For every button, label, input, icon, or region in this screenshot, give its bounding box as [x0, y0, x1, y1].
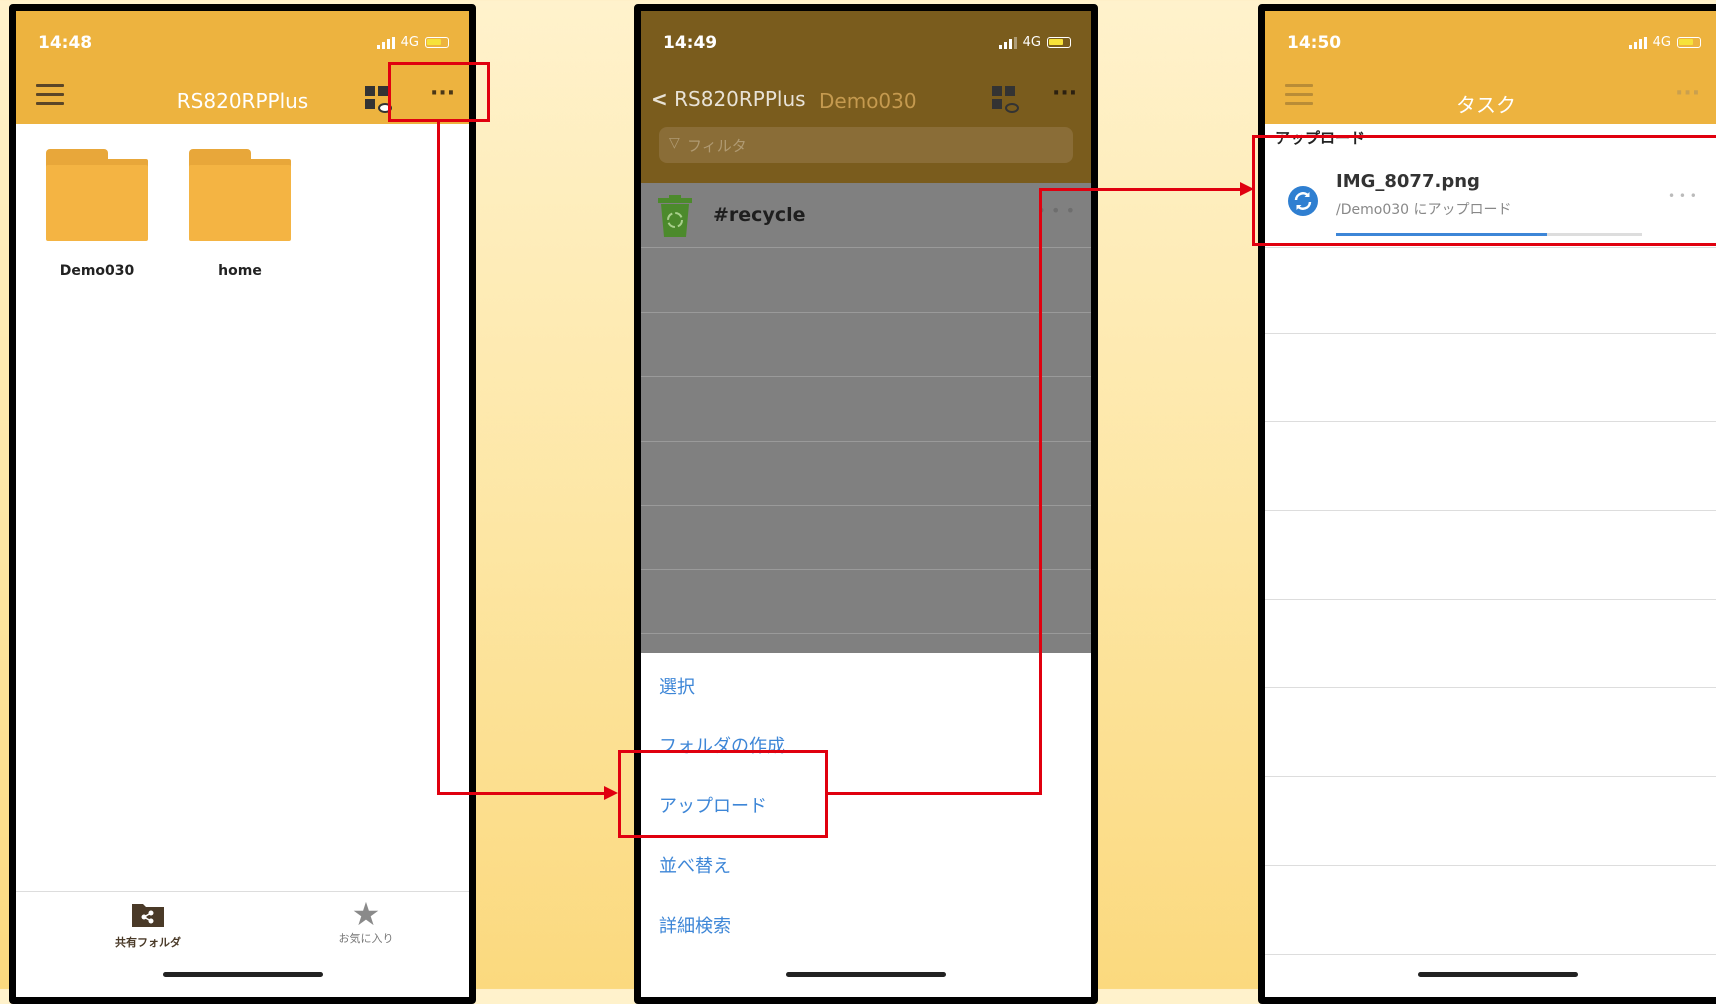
arrow-line	[1039, 188, 1243, 191]
status-time: 14:49	[663, 33, 718, 53]
more-icon[interactable]: ···	[1052, 81, 1077, 106]
network-label: 4G	[1022, 35, 1041, 50]
signal-icon	[998, 36, 1017, 49]
view-mode-icon[interactable]	[992, 86, 1019, 113]
phone-screen-1: 14:48 4G RS820RPPlus ··· Demo030 home 共有…	[9, 4, 476, 1004]
menu-sort[interactable]: 並べ替え	[659, 852, 731, 878]
network-label: 4G	[400, 35, 419, 50]
folder-icon[interactable]	[46, 149, 148, 241]
status-time: 14:50	[1287, 33, 1342, 53]
tab-label: 共有フォルダ	[115, 936, 181, 949]
arrow-line	[437, 792, 607, 795]
page-title: タスク	[1456, 93, 1516, 117]
signal-icon	[1628, 36, 1647, 49]
back-button[interactable]: < RS820RPPlus	[651, 87, 806, 111]
dimmed-list: #recycle • • •	[641, 183, 1091, 653]
highlight-upload-task	[1252, 135, 1716, 246]
folder-label: Demo030	[59, 263, 135, 279]
home-indicator	[162, 972, 323, 977]
status-time: 14:48	[38, 33, 93, 53]
item-more-icon[interactable]: • • •	[1037, 201, 1075, 220]
menu-select[interactable]: 選択	[659, 673, 695, 699]
tab-label: お気に入り	[338, 932, 394, 945]
back-label: RS820RPPlus	[674, 87, 806, 111]
status-bar: 14:49 4G	[641, 33, 1091, 57]
folder-icon[interactable]	[189, 149, 291, 241]
item-label: #recycle	[713, 204, 806, 226]
tab-favorites[interactable]: ★ お気に入り	[306, 898, 426, 946]
shared-folder-icon	[132, 904, 164, 927]
highlight-more-button	[388, 62, 490, 122]
tab-shared-folders[interactable]: 共有フォルダ	[88, 900, 208, 950]
filter-placeholder: フィルタ	[687, 137, 747, 155]
menu-advanced-search[interactable]: 詳細検索	[659, 912, 731, 938]
arrow-line	[828, 792, 1042, 795]
recycle-bin-icon	[658, 195, 692, 237]
network-status: 4G	[376, 35, 449, 50]
view-mode-icon[interactable]	[365, 86, 392, 113]
page-title: Demo030	[819, 89, 917, 113]
arrow-head-icon	[604, 786, 618, 800]
phone-screen-2: 14:49 4G < RS820RPPlus Demo030 ··· ▽ フィル…	[634, 4, 1098, 1004]
more-icon[interactable]: ···	[1675, 81, 1700, 106]
filter-icon: ▽	[669, 135, 680, 151]
battery-icon	[425, 37, 449, 48]
highlight-upload-menu	[618, 750, 828, 838]
status-bar: 14:50 4G	[1265, 33, 1716, 57]
nav-header: 14:50 4G タスク ···	[1265, 11, 1716, 124]
arrow-line	[1039, 188, 1042, 795]
chevron-left-icon: <	[651, 87, 668, 111]
network-label: 4G	[1652, 35, 1671, 50]
filter-input[interactable]: ▽ フィルタ	[659, 127, 1073, 163]
home-indicator	[1418, 972, 1578, 977]
folder-label: home	[218, 263, 262, 279]
status-bar: 14:48 4G	[16, 33, 469, 57]
battery-icon	[1677, 37, 1701, 48]
signal-icon	[376, 36, 395, 49]
list-item[interactable]: #recycle • • •	[641, 183, 1091, 247]
home-indicator	[786, 972, 946, 977]
nav-header: 14:49 4G < RS820RPPlus Demo030 ··· ▽ フィル…	[641, 11, 1091, 183]
arrow-line	[437, 121, 440, 794]
battery-icon	[1047, 37, 1071, 48]
network-status: 4G	[998, 35, 1071, 50]
star-icon: ★	[351, 895, 381, 933]
network-status: 4G	[1628, 35, 1701, 50]
